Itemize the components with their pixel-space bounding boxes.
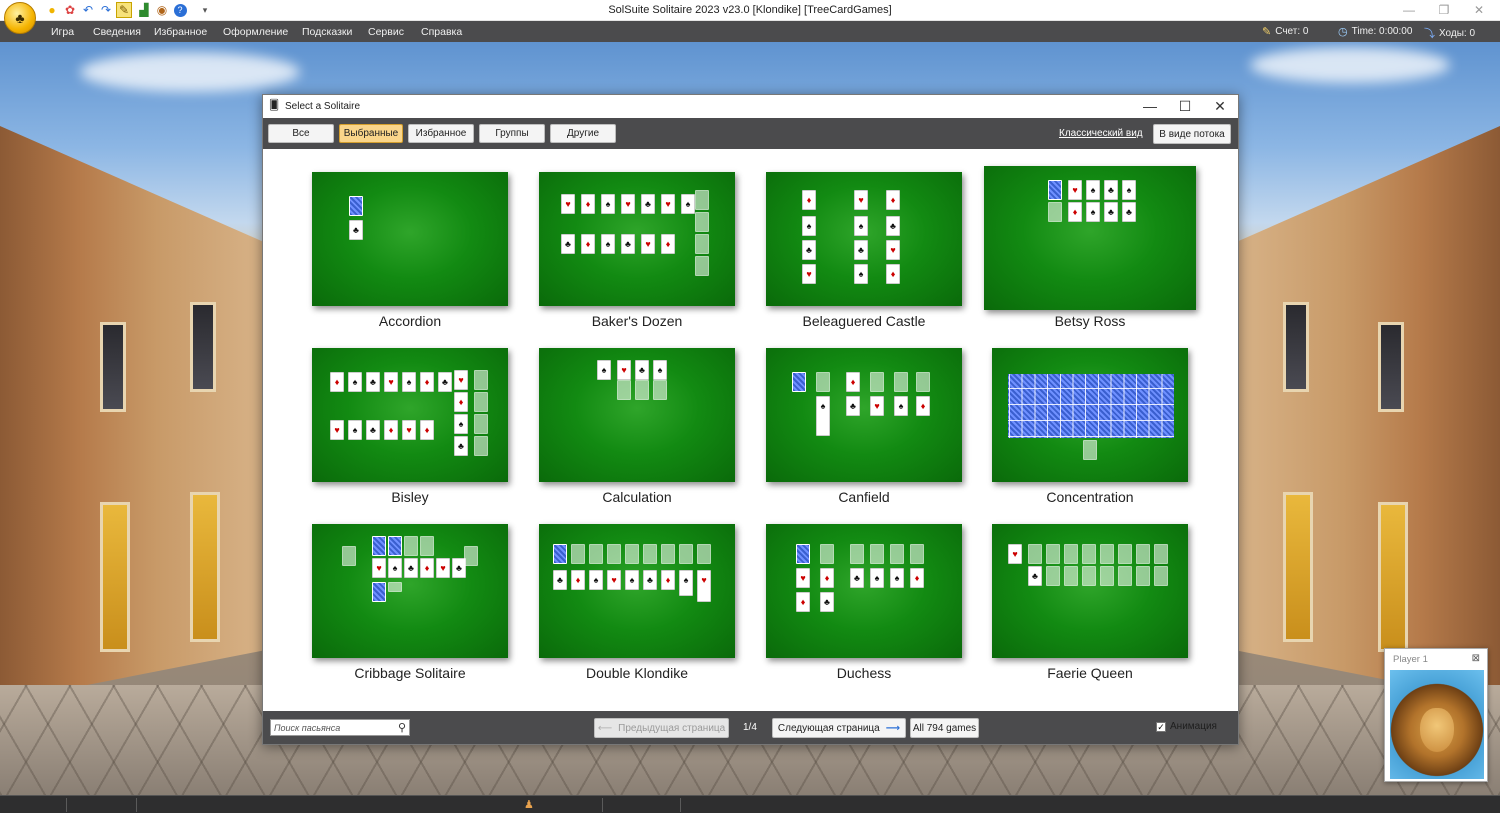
menu-favorites[interactable]: Избранное	[154, 26, 207, 38]
score-display: ✎ Счет: 0	[1262, 25, 1308, 38]
moves-display: ⤵ Ходы: 0	[1424, 25, 1475, 41]
game-name[interactable]: Accordion	[312, 313, 508, 329]
restore-icon[interactable]: ❐	[1427, 0, 1461, 20]
moves-label: Ходы: 0	[1439, 27, 1476, 39]
search-icon[interactable]: ⚲	[398, 721, 406, 734]
moves-icon: ⤵	[1424, 28, 1435, 40]
game-name[interactable]: Betsy Ross	[984, 313, 1196, 329]
next-page-label: Следующая страница	[777, 722, 880, 734]
palace-left-wing	[0, 126, 262, 702]
game-name[interactable]: Cribbage Solitaire	[312, 665, 508, 681]
classic-view-link[interactable]: Классический вид	[1059, 128, 1143, 139]
arrow-left-icon: ⟵	[597, 722, 613, 734]
game-thumbnail[interactable]: ♥ ♠ ♣ ♠ ♦ ♠ ♣ ♣	[984, 166, 1196, 310]
title-bar: ● ✿ ↶ ↷ ✎ ▟ ◉ ? ▾ SolSuite Solitaire 202…	[0, 0, 1500, 21]
dialog-minimize-icon[interactable]: —	[1133, 95, 1167, 117]
player-panel: Player 1 ⊠	[1384, 648, 1488, 782]
animation-toggle[interactable]: ✓ Анимация	[1156, 721, 1217, 732]
previous-page-label: Предыдущая страница	[618, 722, 726, 734]
search-placeholder: Поиск пасьянса	[274, 722, 341, 733]
game-name[interactable]: Beleaguered Castle	[766, 313, 962, 329]
menu-service[interactable]: Сервис	[368, 26, 404, 38]
score-label: Счет: 0	[1275, 26, 1309, 37]
status-bar: ♟	[0, 795, 1500, 813]
game-thumbnail[interactable]: ♠ ♥ ♣ ♠	[539, 348, 735, 482]
tab-groups[interactable]: Группы	[479, 124, 545, 143]
game-name[interactable]: Bisley	[312, 489, 508, 505]
game-thumbnail[interactable]: ♦ ♠ ♣ ♥ ♠ ♦	[766, 348, 962, 482]
players-icon[interactable]: ♟	[524, 798, 534, 811]
palace-right-wing	[1238, 126, 1500, 702]
tab-other[interactable]: Другие	[550, 124, 616, 143]
game-name[interactable]: Calculation	[539, 489, 735, 505]
dialog-title-bar: 🂠 Select a Solitaire — ☐ ✕	[263, 95, 1238, 118]
game-thumbnail[interactable]: ♥ ♦ ♠ ♥ ♣ ♥ ♠ ♣ ♦ ♠ ♣ ♥ ♦	[539, 172, 735, 306]
dialog-title: Select a Solitaire	[285, 101, 361, 112]
player-avatar[interactable]	[1390, 670, 1484, 779]
arrow-right-icon: ⟶	[885, 722, 901, 734]
game-thumbnail[interactable]: ♥ ♠ ♣ ♦ ♥ ♣	[312, 524, 508, 658]
game-thumbnail[interactable]: ♣ ♦ ♠ ♥ ♠ ♣ ♦ ♠ ♥	[539, 524, 735, 658]
select-solitaire-dialog: 🂠 Select a Solitaire — ☐ ✕ Все Выбранные…	[262, 94, 1239, 745]
close-icon[interactable]: ✕	[1462, 0, 1496, 20]
next-page-button[interactable]: Следующая страница ⟶	[772, 718, 906, 738]
card-grid	[1008, 374, 1174, 438]
menu-hints[interactable]: Подсказки	[302, 26, 352, 38]
dialog-maximize-icon[interactable]: ☐	[1168, 95, 1202, 117]
minimize-icon[interactable]: —	[1392, 0, 1426, 20]
game-grid: ♣ Accordion ♥ ♦ ♠ ♥ ♣ ♥ ♠ ♣ ♦ ♠ ♣ ♥ ♦ Baker's Dozen…	[263, 149, 1238, 713]
time-label: Time: 0:00:00	[1351, 26, 1413, 37]
tab-favorites[interactable]: Избранное	[408, 124, 474, 143]
game-name[interactable]: Concentration	[992, 489, 1188, 505]
game-thumbnail[interactable]: ♣	[312, 172, 508, 306]
game-thumbnail[interactable]: ♥ ♦ ♣ ♠ ♠ ♦ ♦ ♣	[766, 524, 962, 658]
tab-all[interactable]: Все	[268, 124, 334, 143]
tab-selected[interactable]: Выбранные	[339, 124, 403, 143]
menu-game[interactable]: Игра	[51, 26, 74, 38]
flow-view-button[interactable]: В виде потока	[1153, 124, 1231, 144]
game-thumbnail[interactable]: ♦ ♠ ♣ ♥ ♥ ♠ ♣ ♠ ♦ ♣ ♥ ♦	[766, 172, 962, 306]
menu-bar: Игра Сведения Избранное Оформление Подск…	[0, 21, 1500, 42]
search-input[interactable]: Поиск пасьянса ⚲	[270, 719, 410, 736]
all-games-button[interactable]: All 794 games	[910, 718, 979, 738]
window-title: SolSuite Solitaire 2023 v23.0 [Klondike]…	[608, 4, 892, 16]
game-thumbnail[interactable]	[992, 348, 1188, 482]
app-logo[interactable]: ♣	[4, 2, 36, 34]
game-name[interactable]: Faerie Queen	[992, 665, 1188, 681]
dialog-footer: Поиск пасьянса ⚲ ⟵ Предыдущая страница 1…	[263, 711, 1238, 744]
player-panel-close-icon[interactable]: ⊠	[1472, 653, 1480, 664]
previous-page-button[interactable]: ⟵ Предыдущая страница	[594, 718, 729, 738]
animation-label: Анимация	[1170, 721, 1217, 732]
filter-tab-bar: Все Выбранные Избранное Группы Другие Кл…	[263, 118, 1238, 149]
animation-checkbox[interactable]: ✓	[1156, 721, 1166, 732]
game-name[interactable]: Double Klondike	[539, 665, 735, 681]
dialog-close-icon[interactable]: ✕	[1203, 95, 1237, 117]
menu-help[interactable]: Справка	[421, 26, 462, 38]
page-indicator: 1/4	[743, 722, 757, 733]
dialog-app-icon: 🂠	[269, 100, 280, 111]
game-name[interactable]: Duchess	[766, 665, 962, 681]
score-icon: ✎	[1262, 26, 1272, 38]
game-thumbnail[interactable]: ♥ ♣	[992, 524, 1188, 658]
game-name[interactable]: Baker's Dozen	[539, 313, 735, 329]
game-thumbnail[interactable]: ♦ ♠ ♣ ♥ ♠ ♦ ♣ ♥ ♠ ♣ ♦ ♥ ♦ ♥ ♦ ♠ ♣	[312, 348, 508, 482]
menu-info[interactable]: Сведения	[93, 26, 141, 38]
menu-appearance[interactable]: Оформление	[223, 26, 288, 38]
player-name: Player 1	[1393, 654, 1428, 665]
time-display: ◷ Time: 0:00:00	[1338, 25, 1412, 38]
clock-icon: ◷	[1338, 26, 1348, 38]
game-name[interactable]: Canfield	[766, 489, 962, 505]
